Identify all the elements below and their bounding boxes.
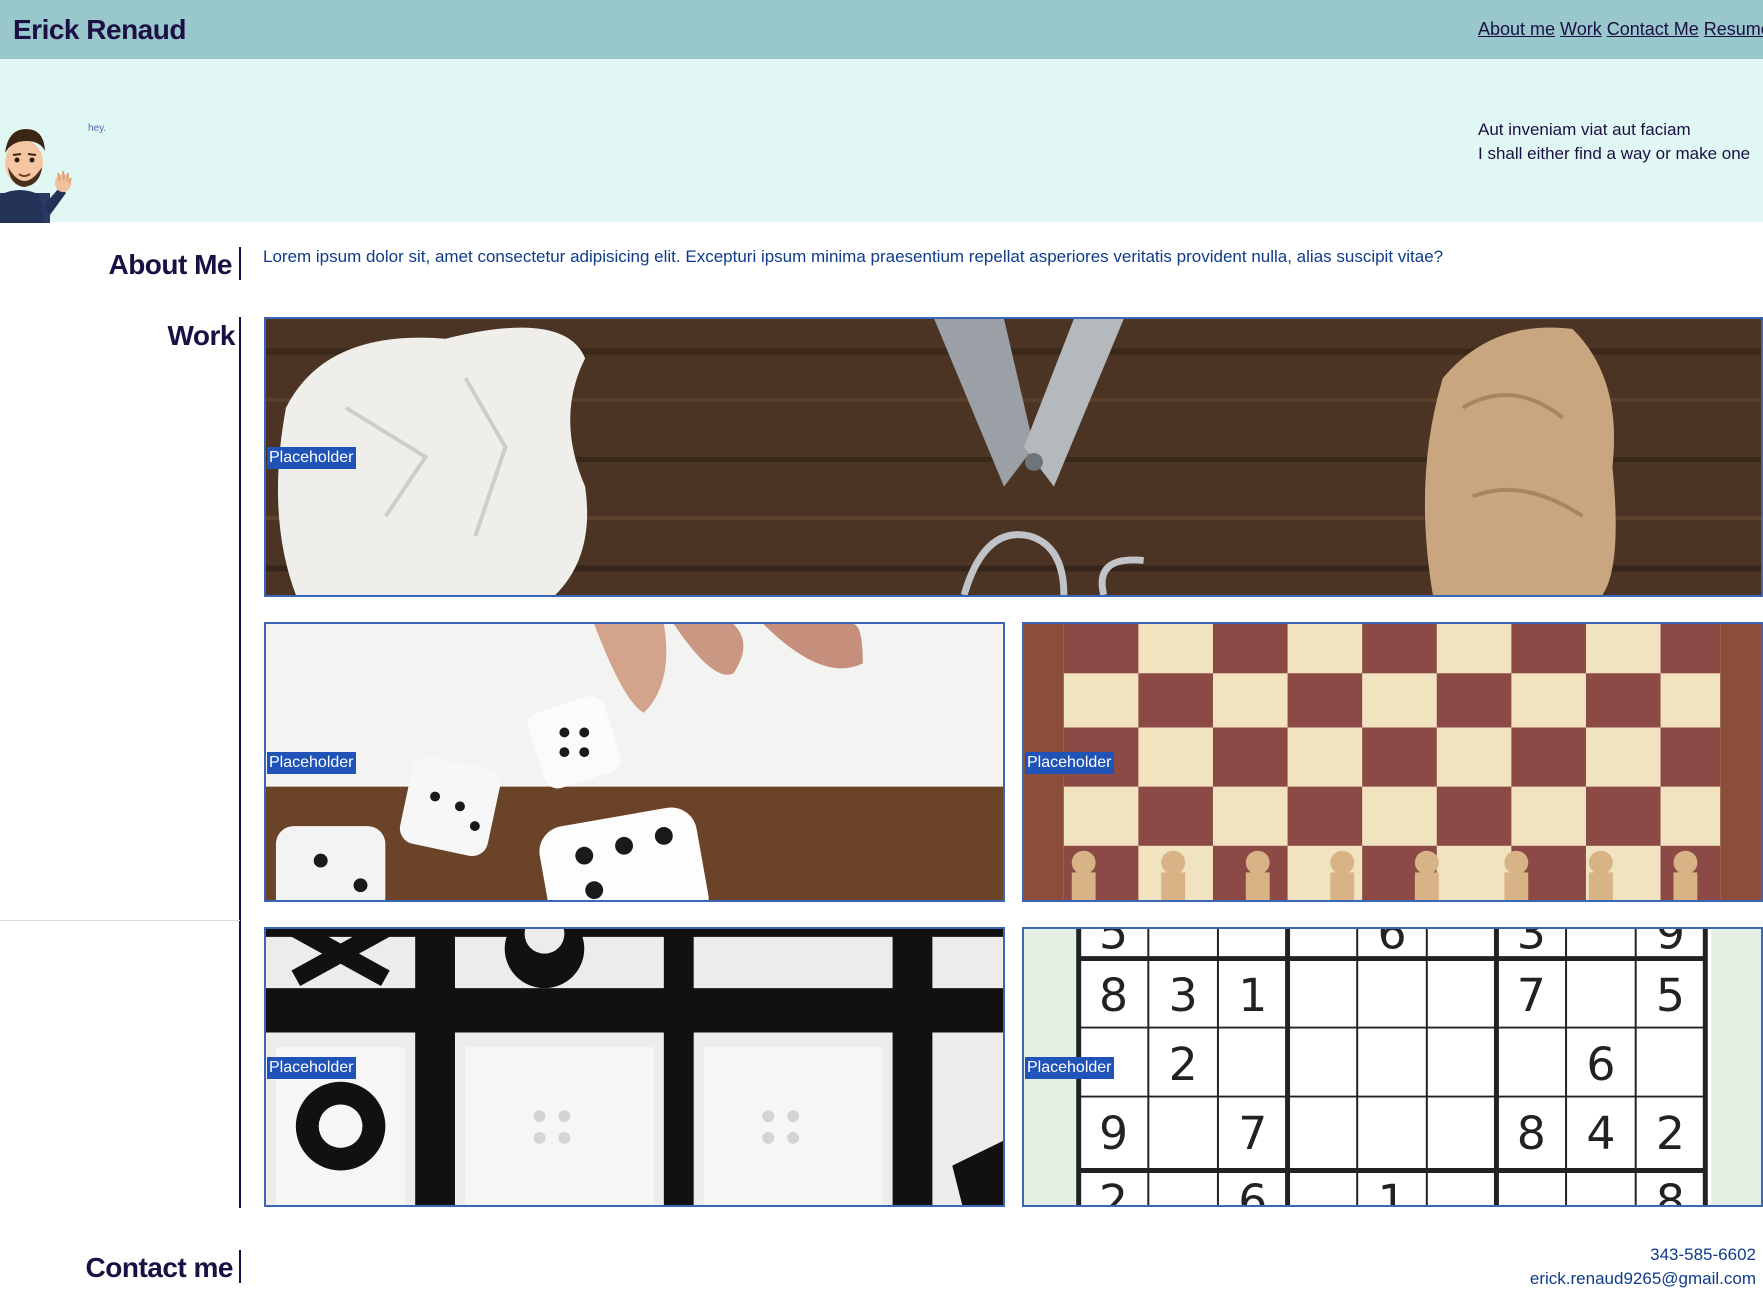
contact-info: 343-585-6602 erick.renaud9265@gmail.com xyxy=(1530,1243,1756,1291)
sudoku-digit: 6 xyxy=(1238,1175,1267,1205)
work-title: Work xyxy=(167,320,236,351)
contact-divider xyxy=(239,1250,241,1283)
work-divider xyxy=(239,317,241,1208)
sudoku-digit: 2 xyxy=(1169,1038,1198,1091)
sudoku-digit: 5 xyxy=(1099,929,1128,960)
sudoku-digit: 4 xyxy=(1586,1107,1615,1160)
about-title: About Me xyxy=(108,249,232,280)
placeholder-label: Placeholder xyxy=(267,752,356,774)
sudoku-digit: 6 xyxy=(1586,1038,1615,1091)
chess-board-image xyxy=(1024,624,1761,900)
sudoku-digit: 8 xyxy=(1099,969,1128,1022)
nav-link-resume[interactable]: Resume xyxy=(1704,19,1763,39)
sudoku-image: 5 6 3 9 8 3 1 7 5 2 6 9 7 8 4 2 2 6 1 8 xyxy=(1024,929,1761,1205)
motto-latin: Aut inveniam viat aut faciam xyxy=(1478,120,1691,139)
about-divider xyxy=(239,247,241,280)
nav-link-work[interactable]: Work xyxy=(1560,19,1602,39)
work-tile-rps[interactable]: Placeholder xyxy=(264,317,1763,597)
work-tile-chess[interactable]: Placeholder xyxy=(1022,622,1763,902)
motto-translation: I shall either find a way or make one xyxy=(1478,144,1751,163)
brand-name: Erick Renaud xyxy=(13,14,186,45)
divider-line xyxy=(0,920,240,921)
sudoku-digit: 9 xyxy=(1656,929,1685,960)
motto: Aut inveniam viat aut faciam I shall eit… xyxy=(1478,118,1750,166)
placeholder-label: Placeholder xyxy=(1025,752,1114,774)
contact-phone[interactable]: 343-585-6602 xyxy=(1530,1243,1756,1267)
contact-email[interactable]: erick.renaud9265@gmail.com xyxy=(1530,1267,1756,1291)
nav-link-about[interactable]: About me xyxy=(1478,19,1555,39)
nav-link-contact[interactable]: Contact Me xyxy=(1607,19,1699,39)
placeholder-label: Placeholder xyxy=(1025,1057,1114,1079)
work-tile-sudoku[interactable]: 5 6 3 9 8 3 1 7 5 2 6 9 7 8 4 2 2 6 1 8 … xyxy=(1022,927,1763,1207)
sudoku-digit: 9 xyxy=(1099,1107,1128,1160)
sudoku-digit: 3 xyxy=(1169,969,1198,1022)
sudoku-digit: 7 xyxy=(1238,1107,1267,1160)
sudoku-digit: 1 xyxy=(1238,969,1267,1022)
greeting-text: hey. xyxy=(88,123,107,134)
about-text: Lorem ipsum dolor sit, amet consectetur … xyxy=(263,247,1444,266)
placeholder-label: Placeholder xyxy=(267,1057,356,1079)
hero-banner: hey. Aut inveniam viat aut faciam I shal… xyxy=(0,59,1763,223)
work-tile-tictactoe[interactable]: Placeholder xyxy=(264,927,1005,1207)
placeholder-label: Placeholder xyxy=(267,447,356,469)
sudoku-digit: 1 xyxy=(1377,1175,1406,1205)
sudoku-digit: 5 xyxy=(1656,969,1685,1022)
sudoku-digit: 3 xyxy=(1517,929,1546,960)
sudoku-digit: 2 xyxy=(1656,1107,1685,1160)
site-header: Erick Renaud About me Work Contact Me Resum… xyxy=(0,0,1763,59)
contact-title: Contact me xyxy=(85,1252,234,1283)
sudoku-digit: 2 xyxy=(1099,1175,1128,1205)
dice-image xyxy=(266,624,1003,900)
sudoku-digit: 8 xyxy=(1656,1175,1685,1205)
tic-tac-toe-image xyxy=(266,929,1003,1205)
main-nav: About meWorkContact MeResume xyxy=(1478,19,1763,40)
rock-paper-scissors-image xyxy=(266,319,1761,595)
sudoku-digit: 7 xyxy=(1517,969,1546,1022)
sudoku-digit: 6 xyxy=(1377,929,1406,960)
work-tile-dice[interactable]: Placeholder xyxy=(264,622,1005,902)
sudoku-digit: 8 xyxy=(1517,1107,1546,1160)
avatar xyxy=(0,129,72,223)
